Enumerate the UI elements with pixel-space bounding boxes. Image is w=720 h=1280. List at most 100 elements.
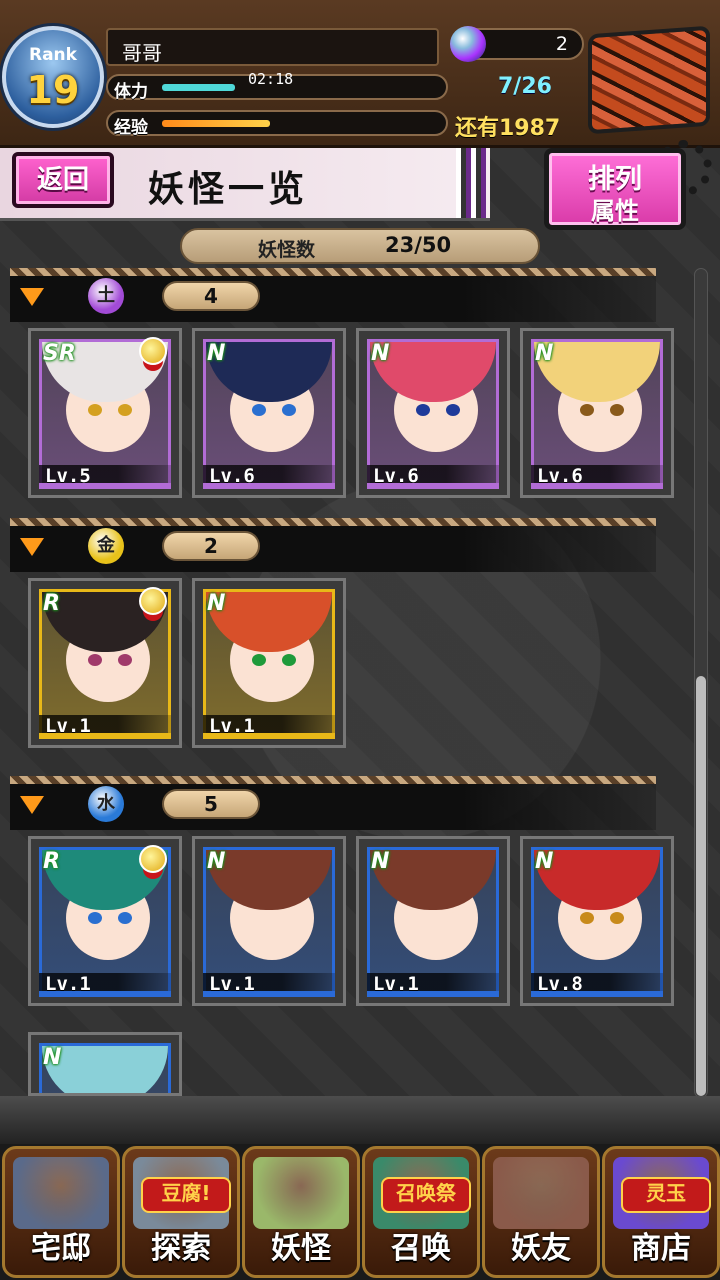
- rarity-badge: N: [207, 591, 226, 616]
- group-header[interactable]: 土4: [10, 268, 656, 322]
- yokai-card[interactable]: N Lv.6: [192, 328, 346, 498]
- nav-item-4[interactable]: 召唤祭 召唤: [362, 1146, 480, 1278]
- stamina-value: 7/26: [498, 74, 552, 99]
- nav-label: 探索: [151, 1231, 211, 1266]
- rarity-badge: R: [43, 591, 60, 616]
- group-header[interactable]: 水5: [10, 776, 656, 830]
- portrait-eye: [118, 404, 132, 416]
- player-name: 哥哥: [122, 41, 162, 65]
- nav-item-2[interactable]: 豆腐! 探索: [122, 1146, 240, 1278]
- level-progress-bar: [203, 733, 335, 739]
- level-progress-bar: [39, 483, 171, 489]
- rarity-badge: N: [43, 1045, 62, 1070]
- group-count: 4: [162, 281, 260, 311]
- collapse-triangle-icon[interactable]: [20, 538, 44, 556]
- nav-item-1[interactable]: 宅邸: [2, 1146, 120, 1278]
- portrait-eye: [88, 404, 102, 416]
- stamina-label: 体力: [114, 82, 148, 102]
- portrait-eye: [252, 654, 266, 666]
- exp-bar: 经验: [106, 110, 448, 138]
- group-count: 2: [162, 531, 260, 561]
- nav-label: 宅邸: [31, 1231, 91, 1266]
- yokai-card[interactable]: R Lv.1: [28, 578, 182, 748]
- dark-attribute-icon: 土: [88, 278, 124, 314]
- level-progress-bar: [39, 733, 171, 739]
- stamina-fill: [162, 84, 235, 91]
- portrait-eye: [610, 404, 624, 416]
- rank-label: Rank: [29, 45, 77, 65]
- yokai-card[interactable]: N Lv.1: [192, 578, 346, 748]
- sort-button[interactable]: 排列 属性: [544, 148, 686, 230]
- nav-badge: 灵玉: [621, 1177, 711, 1213]
- gem-count: 2: [555, 33, 568, 55]
- medal-icon: [139, 337, 167, 365]
- nav-item-6[interactable]: 灵玉商店: [602, 1146, 720, 1278]
- yokai-count-label: 妖怪数: [258, 239, 316, 261]
- rarity-badge: N: [371, 849, 390, 874]
- stamina-bar: 体力 02:18: [106, 70, 448, 102]
- yokai-card[interactable]: N Lv.1: [192, 836, 346, 1006]
- rope-divider: [10, 268, 656, 276]
- nav-badge: 豆腐!: [141, 1177, 231, 1213]
- collapse-triangle-icon[interactable]: [20, 288, 44, 306]
- yokai-card[interactable]: R Lv.1: [28, 836, 182, 1006]
- exp-fill: [162, 120, 270, 127]
- spirit-gem-icon: [450, 26, 486, 62]
- rarity-badge: N: [371, 341, 390, 366]
- level-progress-bar: [531, 991, 663, 997]
- rarity-badge: N: [207, 341, 226, 366]
- portrait-eye: [416, 404, 430, 416]
- water-attribute-icon: 水: [88, 786, 124, 822]
- portrait-eye: [580, 912, 594, 924]
- yokai-card[interactable]: N Lv.1: [356, 836, 510, 1006]
- group-count: 5: [162, 789, 260, 819]
- rank-number: 19: [26, 68, 80, 112]
- portrait-eye: [282, 912, 296, 924]
- sort-mode-label: 属性: [591, 197, 639, 225]
- portrait-eye: [252, 404, 266, 416]
- gem-counter[interactable]: 2: [450, 26, 584, 62]
- rope-divider: [10, 776, 656, 784]
- portrait-eye: [446, 912, 460, 924]
- yokai-card[interactable]: N Lv.6: [356, 328, 510, 498]
- yokai-count-pill: 妖怪数 23/50: [180, 228, 540, 264]
- yokai-card[interactable]: SR Lv.5: [28, 328, 182, 498]
- house-icon: [13, 1157, 109, 1229]
- level-progress-bar: [531, 483, 663, 489]
- nav-label: 妖友: [511, 1231, 571, 1266]
- friend-catgirl-icon: [493, 1157, 589, 1229]
- title-stripe: [456, 148, 486, 218]
- rarity-badge: N: [535, 849, 554, 874]
- scroll-icon: [253, 1157, 349, 1229]
- back-button[interactable]: 返回: [12, 152, 114, 208]
- exp-label: 经验: [114, 118, 148, 138]
- group-header[interactable]: 金2: [10, 518, 656, 572]
- nav-item-5[interactable]: 妖友: [482, 1146, 600, 1278]
- level-progress-bar: [203, 991, 335, 997]
- level-progress-bar: [367, 483, 499, 489]
- rarity-badge: N: [535, 341, 554, 366]
- nav-item-3[interactable]: 妖怪: [242, 1146, 360, 1278]
- portrait-eye: [416, 912, 430, 924]
- page-title: 妖怪一览: [148, 169, 309, 210]
- gift-box-icon[interactable]: [588, 25, 710, 135]
- nav-label: 商店: [631, 1231, 691, 1266]
- exp-remaining: 还有1987: [455, 116, 561, 141]
- portrait-eye: [118, 912, 132, 924]
- portrait-eye: [118, 654, 132, 666]
- player-name-box: 哥哥: [106, 28, 439, 66]
- rope-divider: [10, 518, 656, 526]
- collapse-triangle-icon[interactable]: [20, 796, 44, 814]
- yokai-card[interactable]: N: [28, 1032, 182, 1096]
- rank-badge[interactable]: Rank 19: [2, 26, 104, 128]
- yokai-card[interactable]: N Lv.8: [520, 836, 674, 1006]
- portrait-eye: [580, 404, 594, 416]
- scrollbar-thumb[interactable]: [696, 676, 706, 1096]
- nav-divider: [0, 1096, 720, 1144]
- level-progress-bar: [203, 483, 335, 489]
- nav-label: 妖怪: [271, 1231, 331, 1266]
- nav-badge: 召唤祭: [381, 1177, 471, 1213]
- yokai-card[interactable]: N Lv.6: [520, 328, 674, 498]
- portrait-eye: [88, 912, 102, 924]
- light-attribute-icon: 金: [88, 528, 124, 564]
